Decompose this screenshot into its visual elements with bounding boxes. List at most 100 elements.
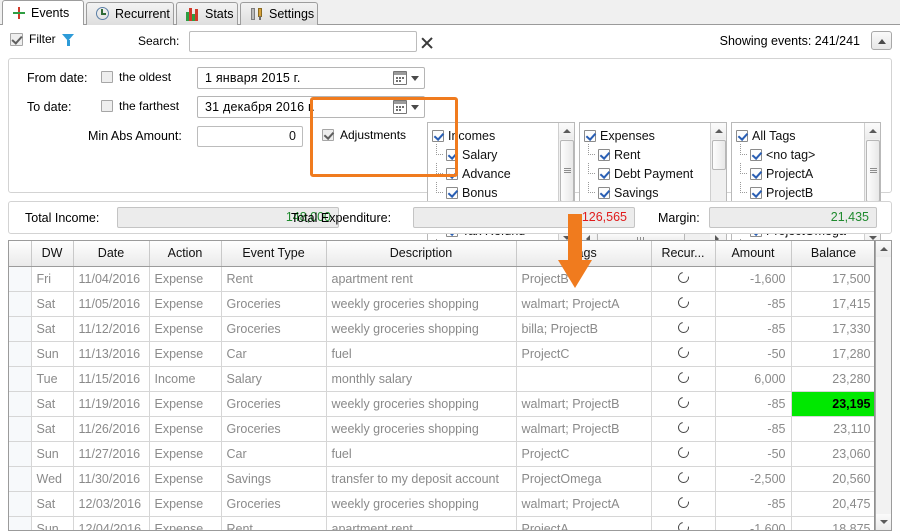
incomes-item-1[interactable]: Advance <box>432 163 558 183</box>
row-indicator[interactable] <box>9 491 32 517</box>
tab-events[interactable]: Events <box>2 0 84 25</box>
table-row[interactable]: Sat 11/19/2016 Expense Groceries weekly groc… <box>9 391 874 417</box>
table-row[interactable]: Sat 11/26/2016 Expense Groceries weekly groc… <box>9 416 874 442</box>
table-row[interactable]: Sun 12/04/2016 Expense Rent apartment rent Pr… <box>9 516 874 530</box>
grid-scroll-down-arrow-icon[interactable] <box>876 514 891 530</box>
adjustments-toggle[interactable]: Adjustments <box>322 128 406 142</box>
search-input[interactable] <box>189 31 417 52</box>
row-indicator[interactable] <box>9 341 32 367</box>
expenses-root[interactable]: Expenses <box>584 126 710 145</box>
expenses-root-checkbox[interactable] <box>584 129 596 142</box>
table-row[interactable]: Sat 12/03/2016 Expense Groceries weekly groc… <box>9 491 874 517</box>
grid-scroll-up-arrow-icon[interactable] <box>876 241 891 257</box>
the-oldest-checkbox[interactable] <box>101 71 113 83</box>
tags-item-1-checkbox[interactable] <box>750 167 762 180</box>
expenses-item-1-checkbox[interactable] <box>598 167 610 180</box>
cell-recur[interactable] <box>651 391 716 417</box>
tags-item-0[interactable]: <no tag> <box>736 144 864 164</box>
row-indicator[interactable] <box>9 466 32 492</box>
grid-vertical-scrollbar[interactable] <box>874 241 891 530</box>
col-amount[interactable]: Amount <box>715 241 792 267</box>
cell-recur[interactable] <box>651 491 716 517</box>
expenses-item-2-checkbox[interactable] <box>598 186 610 199</box>
row-indicator[interactable] <box>9 391 32 417</box>
col-event-type[interactable]: Event Type <box>221 241 327 267</box>
cell-recur[interactable] <box>651 316 716 342</box>
events-grid[interactable]: DW Date Action Event Type Description Ta… <box>8 240 892 531</box>
col-tags[interactable]: Tags <box>516 241 652 267</box>
the-farthest-toggle[interactable]: the farthest <box>101 99 179 113</box>
row-indicator[interactable] <box>9 266 32 292</box>
table-row[interactable]: Fri 11/04/2016 Expense Rent apartment rent Pr… <box>9 266 874 292</box>
table-row[interactable]: Sat 11/12/2016 Expense Groceries weekly groc… <box>9 316 874 342</box>
filter-toggle[interactable]: Filter <box>10 32 75 46</box>
incomes-item-2[interactable]: Bonus <box>432 182 558 202</box>
cell-recur[interactable] <box>651 291 716 317</box>
col-date[interactable]: Date <box>73 241 150 267</box>
close-x-icon[interactable] <box>420 36 434 50</box>
incomes-item-2-checkbox[interactable] <box>446 186 458 199</box>
tags-root-checkbox[interactable] <box>736 129 748 142</box>
expenses-item-1[interactable]: Debt Payment <box>584 163 710 183</box>
scroll-up-arrow-icon-3[interactable] <box>865 123 880 139</box>
tab-recurrent[interactable]: Recurrent <box>86 2 174 25</box>
expenses-item-0-checkbox[interactable] <box>598 148 610 161</box>
expenses-item-0[interactable]: Rent <box>584 144 710 164</box>
from-date-field[interactable]: 1 января 2015 г. <box>197 67 425 89</box>
table-row[interactable]: Sun 11/13/2016 Expense Car fuel ProjectC -50 17… <box>9 341 874 367</box>
cell-recur[interactable] <box>651 441 716 467</box>
scrollbar-thumb-3[interactable] <box>866 140 880 202</box>
cell-recur[interactable] <box>651 366 716 392</box>
incomes-item-0-checkbox[interactable] <box>446 148 458 161</box>
scrollbar-thumb[interactable] <box>560 140 574 202</box>
row-indicator[interactable] <box>9 441 32 467</box>
col-action[interactable]: Action <box>149 241 222 267</box>
to-date-field[interactable]: 31 декабря 2016 г. <box>197 96 425 118</box>
calendar-icon[interactable] <box>393 71 407 85</box>
table-row[interactable]: Sun 11/27/2016 Expense Car fuel ProjectC -50 23… <box>9 441 874 467</box>
tags-item-2-checkbox[interactable] <box>750 186 762 199</box>
funnel-icon[interactable] <box>61 33 75 46</box>
row-indicator[interactable] <box>9 316 32 342</box>
row-indicator[interactable] <box>9 366 32 392</box>
chevron-down-icon-2[interactable] <box>411 105 419 110</box>
filter-checkbox[interactable] <box>10 32 23 46</box>
tags-item-1[interactable]: ProjectA <box>736 163 864 183</box>
incomes-item-1-checkbox[interactable] <box>446 167 458 180</box>
adjustments-checkbox[interactable] <box>322 129 334 141</box>
chevron-down-icon[interactable] <box>411 76 419 81</box>
expenses-item-2[interactable]: Savings <box>584 182 710 202</box>
cell-recur[interactable] <box>651 466 716 492</box>
cell-recur[interactable] <box>651 341 716 367</box>
incomes-item-0[interactable]: Salary <box>432 144 558 164</box>
col-indicator[interactable] <box>9 241 32 267</box>
the-farthest-checkbox[interactable] <box>101 100 113 112</box>
incomes-root-checkbox[interactable] <box>432 129 444 142</box>
cell-recur[interactable] <box>651 416 716 442</box>
scroll-up-arrow-icon-2[interactable] <box>711 123 726 139</box>
tags-root[interactable]: All Tags <box>736 126 864 145</box>
row-indicator[interactable] <box>9 291 32 317</box>
collapse-panel-button[interactable] <box>871 31 892 50</box>
the-oldest-toggle[interactable]: the oldest <box>101 70 171 84</box>
tab-settings[interactable]: Settings <box>240 2 318 25</box>
scrollbar-thumb-2[interactable] <box>712 140 726 170</box>
col-description[interactable]: Description <box>326 241 517 267</box>
row-indicator[interactable] <box>9 416 32 442</box>
row-indicator[interactable] <box>9 516 32 530</box>
col-dw[interactable]: DW <box>31 241 74 267</box>
table-row[interactable]: Sat 11/05/2016 Expense Groceries weekly groc… <box>9 291 874 317</box>
scroll-up-arrow-icon[interactable] <box>559 123 574 139</box>
incomes-root[interactable]: Incomes <box>432 126 558 145</box>
cell-recur[interactable] <box>651 266 716 292</box>
table-row[interactable]: Wed 11/30/2016 Expense Savings transfer to m… <box>9 466 874 492</box>
table-row[interactable]: Tue 11/15/2016 Income Salary monthly salary 6… <box>9 366 874 392</box>
col-recur[interactable]: Recur... <box>651 241 716 267</box>
calendar-icon-2[interactable] <box>393 100 407 114</box>
tags-item-2[interactable]: ProjectB <box>736 182 864 202</box>
min-abs-amount-input[interactable]: 0 <box>197 126 303 147</box>
tags-item-0-checkbox[interactable] <box>750 148 762 161</box>
tab-stats[interactable]: Stats <box>176 2 238 25</box>
col-balance[interactable]: Balance <box>791 241 874 267</box>
cell-recur[interactable] <box>651 516 716 530</box>
